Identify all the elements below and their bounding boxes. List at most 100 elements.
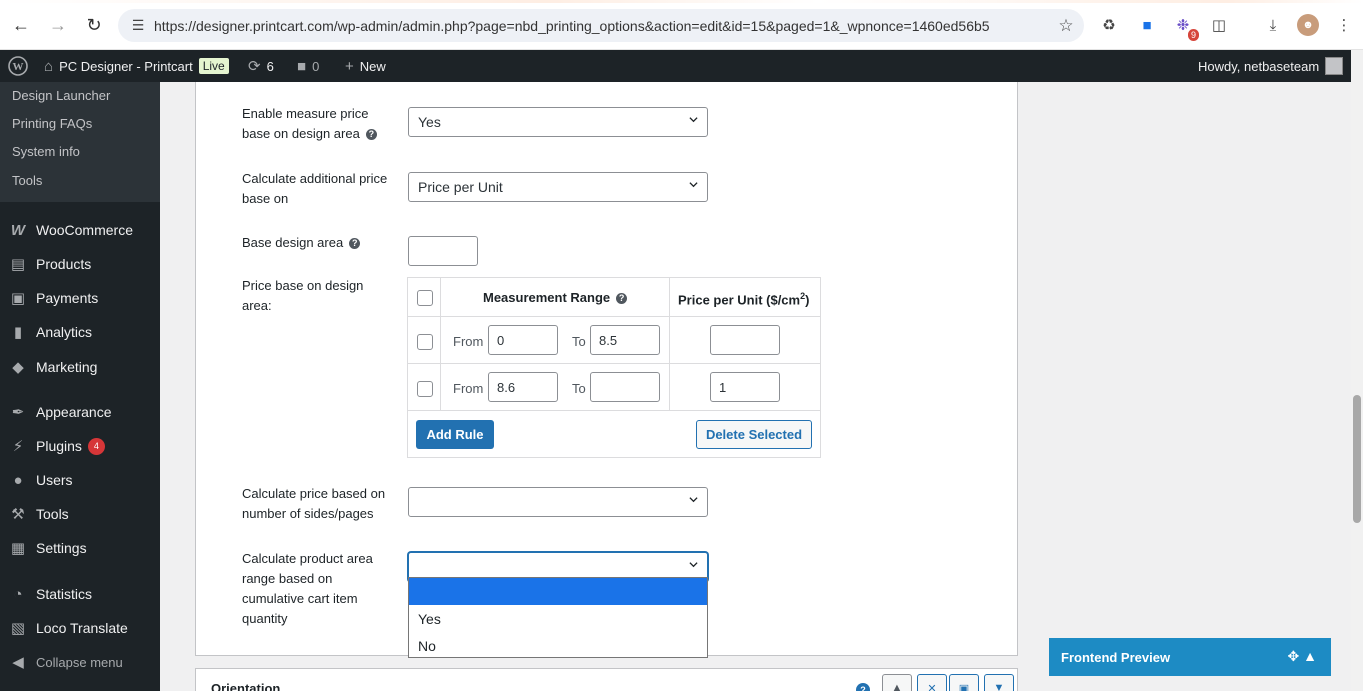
page-scrollbar[interactable] [1351, 50, 1363, 691]
menu-label: Statistics [36, 586, 93, 602]
delete-selected-button[interactable]: Delete Selected [696, 420, 812, 449]
extension-app-icon[interactable]: ■ [1136, 14, 1158, 36]
additional-price-select[interactable]: Price per Unit [408, 172, 708, 202]
cart-area-options: Yes No [408, 577, 708, 658]
download-icon[interactable]: ⤓ [1262, 14, 1284, 36]
label-line: cumulative cart item [242, 591, 358, 606]
row-checkbox[interactable] [417, 381, 433, 397]
site-name-link[interactable]: ⌂ PC Designer - Printcart Live [44, 50, 229, 82]
scrollbar-thumb[interactable] [1353, 395, 1361, 523]
menu-products[interactable]: ▤ Products [0, 247, 160, 281]
menu-label: Tools [36, 506, 69, 522]
menu-label: Appearance [36, 404, 112, 420]
frontend-preview-bar[interactable]: Frontend Preview ✥ ▲ [1049, 638, 1331, 676]
header-price-per-unit: Price per Unit ($/cm2) [678, 291, 809, 307]
select-all-checkbox[interactable] [417, 290, 433, 306]
extension-badge: 9 [1187, 29, 1199, 41]
sides-select[interactable] [408, 487, 708, 517]
price-input[interactable]: 1 [710, 372, 780, 402]
collapse-label: Collapse menu [36, 654, 123, 670]
menu-analytics[interactable]: ▮ Analytics [0, 315, 160, 349]
help-icon[interactable]: ? [349, 238, 361, 249]
label-line: base on design area [242, 126, 360, 141]
my-account-link[interactable]: Howdy, netbaseteam [1198, 50, 1344, 82]
label-line: Calculate price based on [242, 486, 386, 501]
menu-users[interactable]: ● Users [0, 463, 160, 497]
translate-icon: ▧ [10, 620, 26, 637]
menu-loco-translate[interactable]: ▧ Loco Translate [0, 611, 160, 645]
option-empty[interactable] [409, 578, 707, 605]
extensions-puzzle-icon[interactable]: ◫ [1208, 14, 1230, 36]
from-input[interactable]: 0 [488, 325, 558, 355]
extension-recycle-icon[interactable]: ♻ [1098, 14, 1120, 36]
submenu-design-launcher[interactable]: Design Launcher [12, 88, 110, 103]
forward-icon[interactable]: → [45, 12, 71, 38]
submenu-tools[interactable]: Tools [12, 173, 42, 188]
appearance-icon: ✒ [11, 404, 25, 421]
measure-price-select[interactable]: Yes [408, 107, 708, 137]
menu-label: Marketing [36, 359, 98, 375]
menu-kebab-icon[interactable]: ⋮ [1333, 14, 1355, 36]
updates-link[interactable]: ⟳ 6 [248, 50, 274, 82]
menu-label: WooCommerce [36, 222, 133, 238]
menu-plugins[interactable]: ⚡ Plugins 4 [0, 429, 160, 463]
menu-label: Settings [36, 540, 87, 556]
payments-icon: ▣ [10, 290, 26, 307]
menu-appearance[interactable]: ✒ Appearance [0, 395, 160, 429]
admin-sidebar: Design Launcher Printing FAQs System inf… [0, 82, 160, 691]
collapse-menu-button[interactable]: ◀ Collapse menu [0, 645, 160, 679]
move-up-icon[interactable]: ▲ [882, 674, 912, 691]
from-input[interactable]: 8.6 [488, 372, 558, 402]
menu-settings[interactable]: ▦ Settings [0, 531, 160, 565]
menu-statistics[interactable]: ◔ Statistics [0, 577, 160, 611]
add-rule-button[interactable]: Add Rule [416, 420, 494, 449]
toggle-down-icon[interactable]: ▼ [984, 674, 1014, 691]
submenu-system-info[interactable]: System info [12, 144, 80, 159]
back-icon[interactable]: ← [8, 12, 34, 38]
label-line: range based on [242, 571, 333, 586]
option-no[interactable]: No [409, 632, 707, 659]
reload-icon[interactable]: ↻ [81, 12, 107, 38]
comments-link[interactable]: ■ 0 [297, 50, 319, 82]
divider [440, 278, 441, 410]
price-input[interactable] [710, 325, 780, 355]
new-content-link[interactable]: + New [345, 50, 386, 82]
menu-marketing[interactable]: ◆ Marketing [0, 350, 160, 384]
to-input[interactable] [590, 372, 660, 402]
extension-badge-icon[interactable]: ❉ 9 [1172, 14, 1199, 41]
option-yes[interactable]: Yes [409, 605, 707, 632]
bookmark-star-icon[interactable]: ☆ [1048, 16, 1084, 36]
expand-icon[interactable]: ✥ ▲ [1288, 648, 1317, 665]
marketing-icon: ◆ [12, 359, 24, 376]
measure-price-label: Enable measure price base on design area… [242, 104, 402, 144]
divider [669, 278, 670, 410]
menu-label: Products [36, 256, 92, 272]
close-icon[interactable]: ✕ [917, 674, 947, 691]
address-bar[interactable]: ☰ https://designer.printcart.com/wp-admi… [118, 9, 1084, 42]
help-icon[interactable]: ? [365, 129, 377, 140]
submenu-printing-faqs[interactable]: Printing FAQs [12, 116, 92, 131]
label-line: Price base on design [242, 278, 364, 293]
to-input[interactable]: 8.5 [590, 325, 660, 355]
plugins-count-badge: 4 [87, 437, 105, 455]
menu-payments[interactable]: ▣ Payments [0, 281, 160, 315]
menu-tools[interactable]: ⚒ Tools [0, 497, 160, 531]
site-settings-icon[interactable]: ☰ [122, 17, 154, 34]
help-icon[interactable]: ? [616, 293, 628, 304]
measurement-range-table: Measurement Range? Price per Unit ($/cm2… [407, 277, 821, 458]
copy-icon[interactable]: ▣ [949, 674, 979, 691]
cart-area-label: Calculate product area range based on cu… [242, 549, 402, 629]
to-label: To [572, 381, 586, 396]
info-icon[interactable]: ? [856, 683, 870, 691]
howdy-text: Howdy, netbaseteam [1198, 58, 1320, 74]
label-line: base on [242, 191, 289, 206]
header-text: Measurement Range [483, 290, 611, 305]
price-area-label: Price base on design area: [242, 276, 402, 316]
wordpress-logo-icon[interactable]: W [8, 50, 28, 82]
chevron-down-icon [689, 182, 698, 188]
new-label: New [359, 58, 386, 74]
row-checkbox[interactable] [417, 334, 433, 350]
menu-woocommerce[interactable]: W WooCommerce [0, 213, 160, 247]
profile-avatar-icon[interactable]: ☻ [1297, 14, 1319, 36]
base-area-input[interactable] [408, 236, 478, 266]
